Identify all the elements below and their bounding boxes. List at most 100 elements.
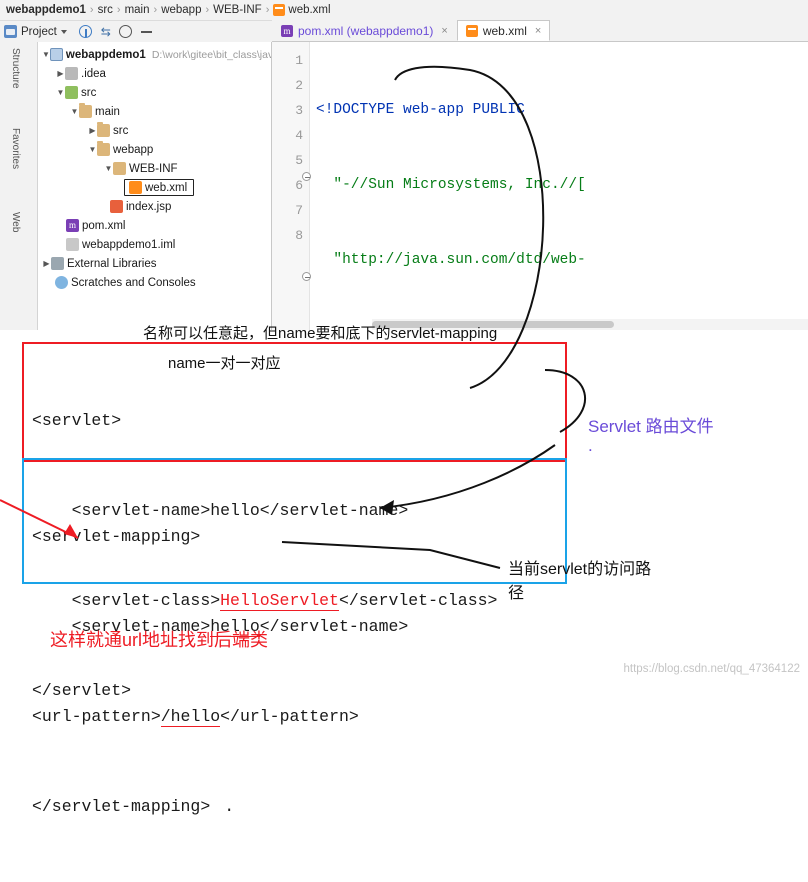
servlet-mapping-xml-block: <servlet-mapping> <servlet-name>hello</s… — [32, 462, 408, 882]
tree-label: .idea — [81, 67, 106, 80]
tree-label: webapp — [113, 143, 154, 156]
tree-label: web.xml — [145, 181, 188, 194]
line-number: 5 — [295, 153, 303, 168]
library-icon — [51, 257, 64, 270]
tree-label: index.jsp — [126, 200, 172, 213]
xml-line: <servlet-mapping> — [32, 527, 201, 546]
xml-file-icon — [273, 4, 286, 16]
code-fold-icon[interactable] — [302, 172, 311, 181]
folder-icon — [65, 67, 78, 80]
tree-row[interactable]: index.jsp — [38, 197, 271, 216]
breadcrumb-item-3[interactable]: webapp — [161, 4, 201, 16]
tree-row[interactable]: ▶ src — [38, 121, 271, 140]
xml-line: </servlet-mapping> — [32, 797, 211, 816]
project-tool-title[interactable]: Project — [21, 26, 57, 38]
code-line: "-//Sun Microsystems, Inc.//[ — [316, 177, 586, 193]
tree-expander[interactable]: ▼ — [70, 107, 79, 116]
tree-expander[interactable]: ▶ — [88, 126, 97, 135]
folder-icon — [113, 162, 126, 175]
tree-expander[interactable]: ▶ — [56, 69, 65, 78]
tree-row[interactable]: Scratches and Consoles — [38, 273, 271, 292]
code-editor[interactable]: 1 2 3 4 5 6 7 8 <!DOCTYPE web-app PUBLIC… — [272, 42, 808, 330]
tree-row[interactable]: ▶ External Libraries — [38, 254, 271, 273]
breadcrumb-separator: › — [89, 4, 94, 16]
breadcrumb-separator: › — [265, 4, 270, 16]
code-fold-icon[interactable] — [302, 272, 311, 281]
breadcrumb-item-2[interactable]: main — [125, 4, 150, 16]
line-number: 1 — [295, 53, 303, 68]
hide-icon[interactable] — [140, 30, 152, 33]
line-number: 8 — [295, 228, 303, 243]
tree-row[interactable]: ▶ .idea — [38, 64, 271, 83]
breadcrumb-separator: › — [116, 4, 121, 16]
settings-gear-icon[interactable] — [118, 25, 132, 38]
line-number: 3 — [295, 103, 303, 118]
xml-line-suffix: </servlet-name> — [259, 617, 409, 636]
folder-icon — [79, 103, 92, 118]
breadcrumb-item-1[interactable]: src — [98, 4, 113, 16]
line-number: 6 — [295, 178, 303, 193]
annotation-top-note: 名称可以任意起，但name要和底下的servlet-mapping — [143, 325, 498, 342]
project-icon — [4, 25, 17, 38]
editor-tab-pom[interactable]: m pom.xml (webappdemo1) × — [272, 20, 457, 41]
tree-expander[interactable]: ▼ — [104, 164, 113, 173]
annotation-layer: 名称可以任意起，但name要和底下的servlet-mapping name一对… — [0, 325, 808, 816]
breadcrumb-separator: › — [153, 4, 158, 16]
tree-row[interactable]: ▼ WEB-INF — [38, 159, 271, 178]
jsp-file-icon — [110, 200, 123, 213]
tree-label: main — [95, 105, 120, 118]
side-label-servlet-route: Servlet 路由文件 — [588, 417, 714, 436]
tree-label: Scratches and Consoles — [71, 276, 196, 289]
breadcrumb-separator: › — [205, 4, 210, 16]
tree-label: src — [81, 86, 97, 99]
maven-file-icon: m — [281, 24, 293, 37]
iml-file-icon — [66, 238, 79, 251]
folder-icon — [97, 141, 110, 156]
xml-line-prefix: <url-pattern> — [32, 707, 161, 726]
collapse-all-icon[interactable]: ⇆ — [101, 25, 111, 39]
source-folder-icon — [65, 86, 78, 99]
line-number: 4 — [295, 128, 303, 143]
add-icon[interactable] — [78, 25, 92, 38]
tree-row[interactable]: ▼ webapp — [38, 140, 271, 159]
chevron-down-icon[interactable] — [60, 29, 67, 34]
editor-tab-label: pom.xml (webappdemo1) — [298, 23, 434, 38]
breadcrumb-item-5[interactable]: web.xml — [288, 4, 330, 16]
close-icon[interactable]: × — [441, 25, 447, 37]
tree-expander[interactable]: ▶ — [42, 259, 51, 268]
tree-expander[interactable]: ▼ — [42, 50, 50, 59]
tree-label: WEB-INF — [129, 162, 178, 175]
xml-line: <servlet> — [32, 411, 122, 430]
code-text[interactable]: <!DOCTYPE web-app PUBLIC "-//Sun Microsy… — [316, 48, 808, 330]
code-line: "http://java.sun.com/dtd/web- — [316, 252, 586, 268]
url-pattern-value: /hello — [160, 707, 221, 727]
tree-row[interactable]: ▼ webappdemo1 D:\work\gitee\bit_class\ja… — [38, 45, 271, 64]
close-icon[interactable]: × — [535, 25, 541, 37]
tree-row[interactable]: webappdemo1.iml — [38, 235, 271, 254]
tree-expander[interactable]: ▼ — [56, 88, 65, 97]
scratches-icon — [55, 276, 68, 289]
bottom-note: 这样就通url地址找到后端类 — [50, 630, 269, 650]
editor-tab-webxml[interactable]: web.xml × — [456, 20, 551, 41]
module-icon — [49, 48, 63, 61]
xml-line-mapping-close: </servlet-mapping>. — [32, 792, 408, 822]
tree-expander[interactable]: ▼ — [88, 145, 97, 154]
breadcrumb-item-4[interactable]: WEB-INF — [213, 4, 262, 16]
folder-icon — [97, 122, 110, 137]
tree-row[interactable]: ▼ src — [38, 83, 271, 102]
breadcrumb-item-0[interactable]: webappdemo1 — [6, 4, 86, 16]
project-tree[interactable]: ▼ webappdemo1 D:\work\gitee\bit_class\ja… — [38, 42, 272, 330]
maven-file-icon: m — [66, 219, 79, 232]
tree-row-selected[interactable]: web.xml — [38, 178, 271, 197]
tree-label: src — [113, 124, 129, 137]
strip-label-structure[interactable]: Structure — [10, 48, 21, 89]
editor-tab-label: web.xml — [482, 23, 527, 38]
strip-label-favorites[interactable]: Favorites — [10, 128, 21, 169]
tree-label: webappdemo1.iml — [82, 238, 176, 251]
tree-label: pom.xml — [82, 219, 126, 232]
left-tool-strip: Structure Favorites Web — [0, 42, 38, 330]
line-number-gutter: 1 2 3 4 5 6 7 8 — [272, 42, 310, 330]
tree-row[interactable]: ▼ main — [38, 102, 271, 121]
tree-row[interactable]: m pom.xml — [38, 216, 271, 235]
strip-label-web[interactable]: Web — [10, 212, 21, 232]
